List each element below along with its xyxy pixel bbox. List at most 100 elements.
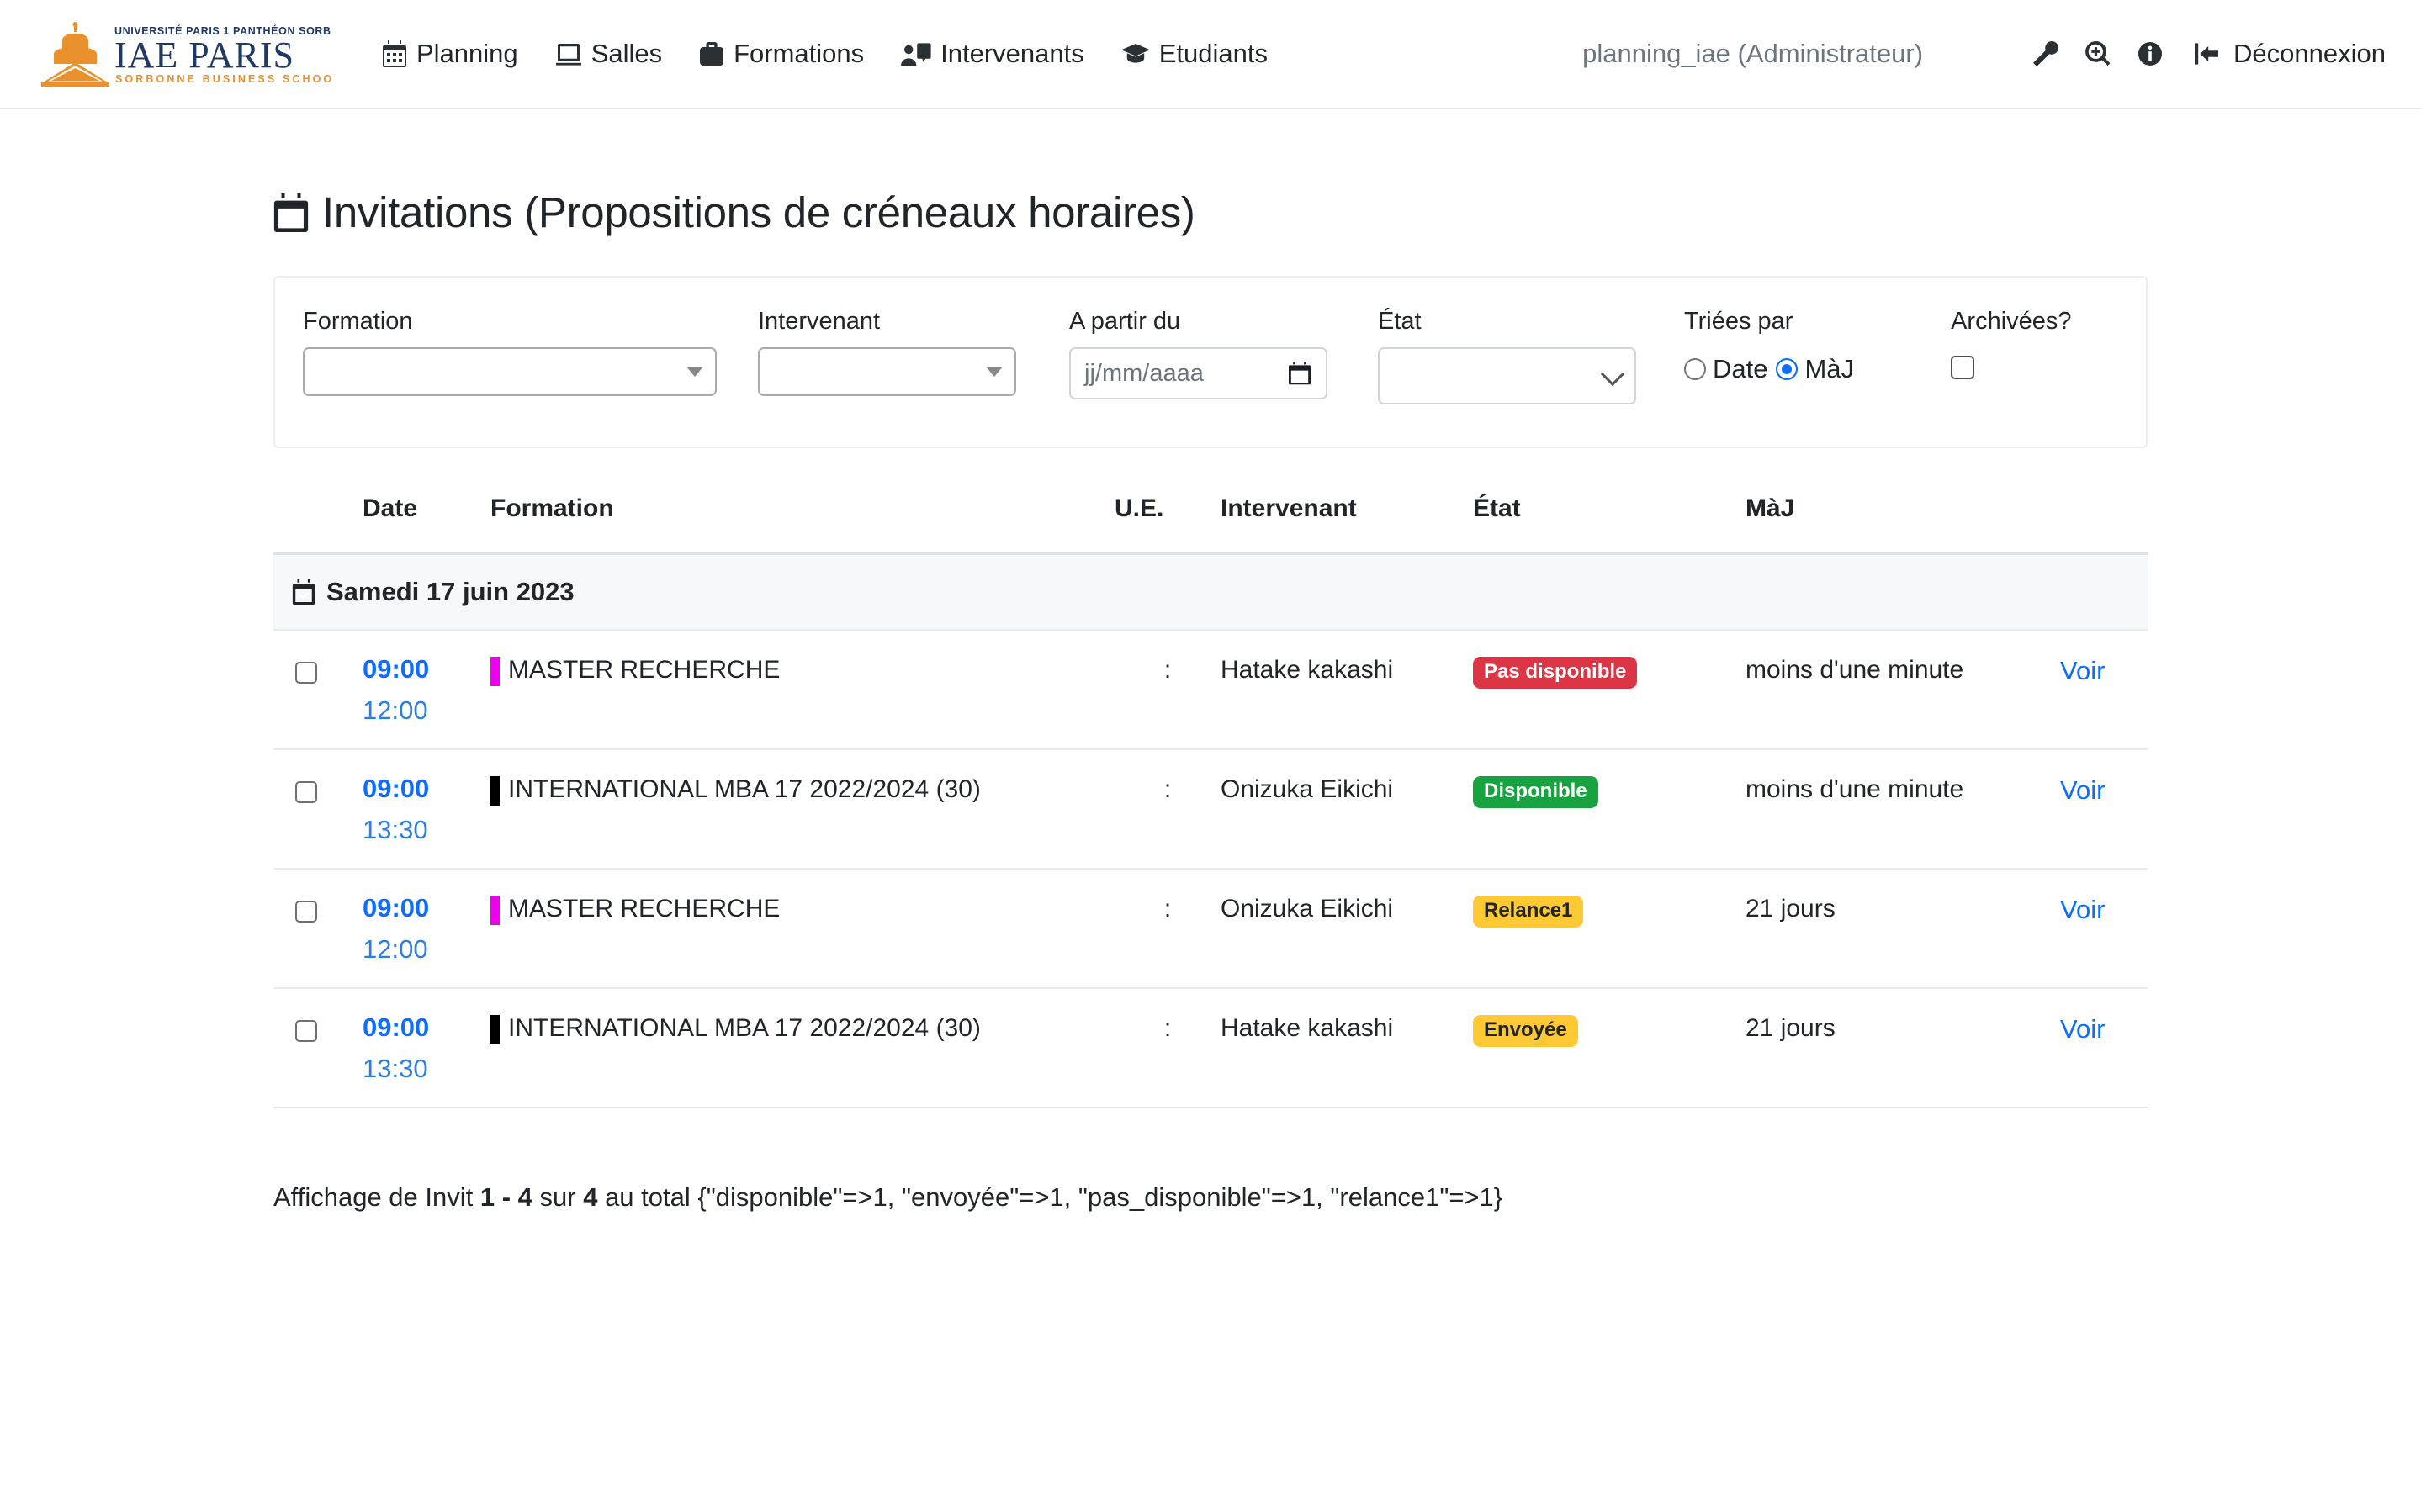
date-group-text: Samedi 17 juin 2023	[326, 577, 575, 607]
time-start-link[interactable]: 09:00	[363, 1014, 490, 1040]
row-ue-cell: :	[1115, 988, 1221, 1108]
time-end-link[interactable]: 13:30	[363, 1055, 490, 1081]
search-plus-icon[interactable]	[2072, 32, 2124, 76]
time-range: 09:00 12:00	[363, 656, 490, 723]
row-maj-cell: moins d'une minute	[1746, 630, 2060, 749]
calendar-picker-icon[interactable]	[1289, 362, 1311, 385]
chevron-down-icon	[986, 367, 1003, 377]
status-badge: Relance1	[1473, 896, 1583, 928]
filter-triees-par-label: Triées par	[1684, 308, 1854, 336]
row-etat-cell: Pas disponible	[1473, 630, 1746, 749]
logout-icon	[2195, 41, 2223, 66]
invitations-table: Date Formation U.E. Intervenant État MàJ…	[273, 486, 2148, 1108]
time-end-link[interactable]: 12:00	[363, 936, 490, 962]
row-date-cell: 09:00 12:00	[363, 869, 490, 988]
nav-item-formations[interactable]: Formations	[681, 39, 882, 69]
iae-paris-logo-icon: UNIVERSITÉ PARIS 1 PANTHÉON SORBONNE IAE…	[37, 20, 331, 87]
table-header-row: Date Formation U.E. Intervenant État MàJ	[273, 486, 2148, 553]
filter-intervenant-label: Intervenant	[758, 308, 1016, 336]
archivees-checkbox[interactable]	[1951, 356, 1974, 379]
nav-item-planning[interactable]: Planning	[363, 39, 537, 69]
nav-item-salles[interactable]: Salles	[537, 39, 681, 69]
wrench-icon[interactable]	[2020, 32, 2072, 76]
filters-panel: Formation Intervenant A partir du jj/mm/…	[273, 276, 2148, 448]
table-row[interactable]: 09:00 12:00 MASTER RECHERCHE : Hatake ka…	[273, 630, 2148, 749]
radio-option-maj[interactable]: MàJ	[1776, 354, 1854, 384]
screen-icon	[555, 40, 582, 67]
th-intervenant: Intervenant	[1221, 486, 1473, 553]
briefcase-icon	[699, 40, 724, 67]
calendar-check-icon	[292, 579, 315, 605]
formation-select[interactable]	[303, 347, 717, 396]
time-start-link[interactable]: 09:00	[363, 656, 490, 682]
page-title: Invitations (Propositions de créneaux ho…	[273, 188, 2148, 237]
row-select-cell	[273, 869, 363, 988]
row-intervenant-cell: Hatake kakashi	[1221, 988, 1473, 1108]
logout-button[interactable]: Déconnexion	[2195, 39, 2386, 69]
time-start-link[interactable]: 09:00	[363, 775, 490, 801]
status-badge: Pas disponible	[1473, 657, 1637, 689]
etat-select[interactable]	[1378, 347, 1636, 404]
voir-link[interactable]: Voir	[2060, 775, 2105, 805]
voir-link[interactable]: Voir	[2060, 656, 2105, 685]
info-icon[interactable]	[2124, 32, 2176, 76]
svg-text:IAE PARIS: IAE PARIS	[114, 34, 294, 76]
time-range: 09:00 12:00	[363, 895, 490, 962]
row-checkbox[interactable]	[295, 662, 317, 684]
row-select-cell	[273, 630, 363, 749]
intervenant-select[interactable]	[758, 347, 1016, 396]
row-etat-cell: Relance1	[1473, 869, 1746, 988]
logout-label: Déconnexion	[2233, 39, 2386, 69]
row-action-cell: Voir	[2060, 749, 2148, 869]
row-action-cell: Voir	[2060, 630, 2148, 749]
row-formation-cell: INTERNATIONAL MBA 17 2022/2024 (30)	[490, 988, 1115, 1108]
time-end-link[interactable]: 13:30	[363, 817, 490, 843]
th-ue: U.E.	[1115, 486, 1221, 553]
row-checkbox[interactable]	[295, 1020, 317, 1042]
table-row[interactable]: 09:00 13:30 INTERNATIONAL MBA 17 2022/20…	[273, 988, 2148, 1108]
filter-intervenant: Intervenant	[758, 308, 1016, 396]
date-group-row: Samedi 17 juin 2023	[273, 553, 2148, 630]
radio-maj-input[interactable]	[1776, 358, 1798, 380]
voir-link[interactable]: Voir	[2060, 895, 2105, 924]
status-badge: Disponible	[1473, 776, 1598, 808]
top-navbar: UNIVERSITÉ PARIS 1 PANTHÉON SORBONNE IAE…	[0, 0, 2421, 109]
table-row[interactable]: 09:00 12:00 MASTER RECHERCHE : Onizuka E…	[273, 869, 2148, 988]
formation-color-swatch	[490, 1015, 500, 1044]
row-formation-cell: MASTER RECHERCHE	[490, 630, 1115, 749]
time-start-link[interactable]: 09:00	[363, 895, 490, 921]
page-container: Invitations (Propositions de créneaux ho…	[273, 188, 2148, 1213]
filter-archivees-label: Archivées?	[1951, 308, 2071, 336]
a-partir-du-date-input[interactable]: jj/mm/aaaa	[1069, 347, 1327, 399]
time-range: 09:00 13:30	[363, 1014, 490, 1081]
radio-date-input[interactable]	[1684, 358, 1706, 380]
status-badge: Envoyée	[1473, 1015, 1578, 1047]
filter-a-partir-du: A partir du jj/mm/aaaa	[1069, 308, 1327, 399]
nav-item-formations-label: Formations	[734, 39, 864, 69]
row-checkbox[interactable]	[295, 781, 317, 803]
table-row[interactable]: 09:00 13:30 INTERNATIONAL MBA 17 2022/20…	[273, 749, 2148, 869]
radio-maj-label: MàJ	[1804, 354, 1854, 384]
row-etat-cell: Envoyée	[1473, 988, 1746, 1108]
row-checkbox[interactable]	[295, 901, 317, 923]
row-intervenant-cell: Onizuka Eikichi	[1221, 749, 1473, 869]
brand-logo[interactable]: UNIVERSITÉ PARIS 1 PANTHÉON SORBONNE IAE…	[37, 20, 331, 87]
nav-item-intervenants-label: Intervenants	[940, 39, 1084, 69]
graduation-cap-icon	[1121, 42, 1150, 66]
radio-option-date[interactable]: Date	[1684, 354, 1767, 384]
nav-item-etudiants[interactable]: Etudiants	[1103, 39, 1286, 69]
chevron-down-icon	[686, 367, 703, 377]
summary-range: 1 - 4	[480, 1182, 532, 1212]
radio-date-label: Date	[1713, 354, 1767, 384]
navbar-right-section: planning_iae (Administrateur) Déconnexio…	[1582, 32, 2386, 76]
time-end-link[interactable]: 12:00	[363, 697, 490, 723]
calendar-check-icon	[273, 193, 309, 232]
filter-a-partir-du-label: A partir du	[1069, 308, 1327, 336]
nav-item-intervenants[interactable]: Intervenants	[882, 39, 1103, 69]
voir-link[interactable]: Voir	[2060, 1014, 2105, 1044]
a-partir-du-placeholder: jj/mm/aaaa	[1084, 360, 1289, 388]
th-date: Date	[363, 486, 490, 553]
row-action-cell: Voir	[2060, 988, 2148, 1108]
formation-name: MASTER RECHERCHE	[508, 895, 780, 924]
time-range: 09:00 13:30	[363, 775, 490, 843]
